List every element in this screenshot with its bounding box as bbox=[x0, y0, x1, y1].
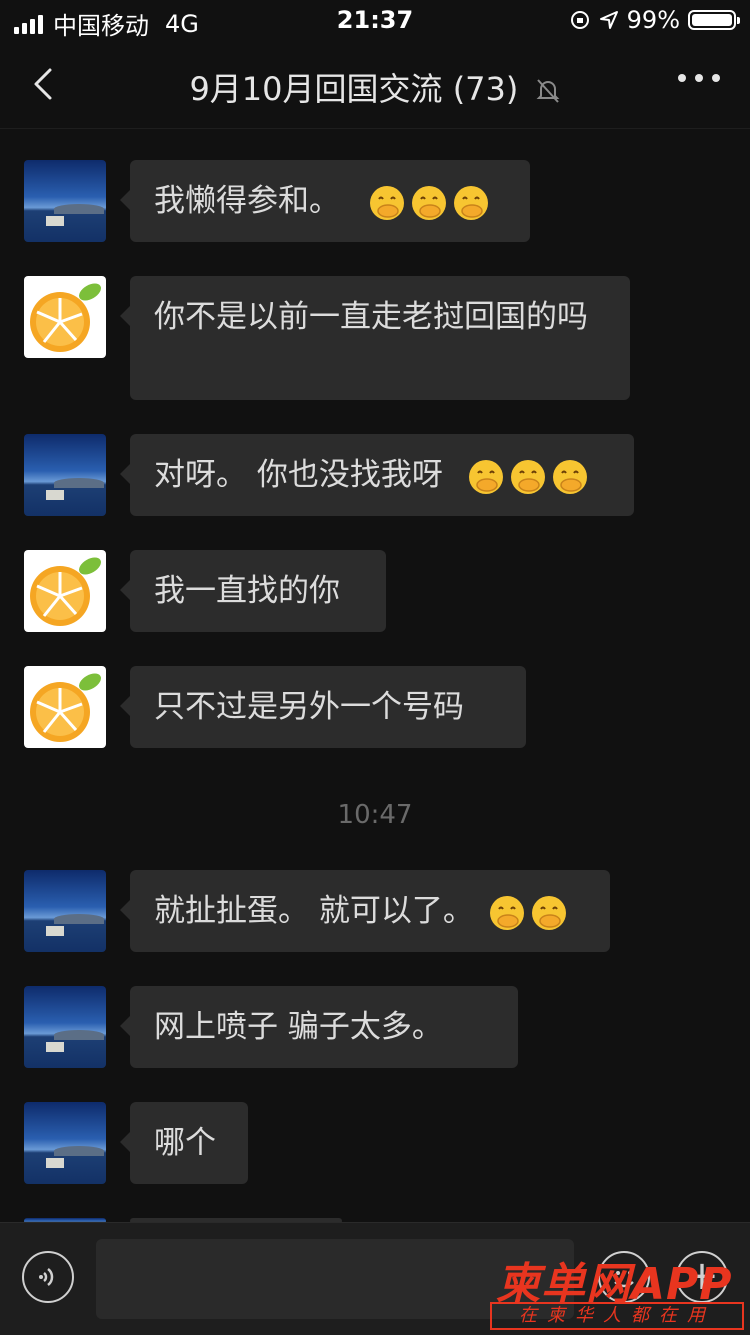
orange-avatar-icon bbox=[30, 673, 101, 742]
avatar[interactable] bbox=[24, 870, 106, 952]
orange-avatar-icon bbox=[30, 283, 101, 352]
message-text: 哪个 bbox=[154, 1125, 216, 1161]
orientation-lock-icon bbox=[570, 11, 589, 29]
location-icon bbox=[599, 11, 618, 29]
message-bubble[interactable]: 你不是以前一直走老挝回国的吗 bbox=[120, 276, 630, 400]
avatar[interactable] bbox=[24, 434, 106, 516]
avatar[interactable] bbox=[24, 986, 106, 1068]
avatar[interactable] bbox=[24, 666, 106, 748]
message-text: 网上喷子 骗子太多。 bbox=[154, 1009, 443, 1045]
watermark: 柬单网APP 在柬华人都在用 bbox=[490, 1248, 746, 1332]
emoji-group bbox=[484, 893, 568, 930]
avatar[interactable] bbox=[24, 160, 106, 242]
emoji-group bbox=[463, 457, 589, 494]
more-dots-icon[interactable] bbox=[678, 74, 720, 82]
message-text: 我懒得参和。 bbox=[154, 183, 340, 219]
hand-over-mouth-emoji bbox=[531, 895, 566, 930]
hand-over-mouth-emoji bbox=[489, 895, 524, 930]
chat-title: 9月10月回国交流 (73) bbox=[189, 70, 519, 108]
message-text: 就扯扯蛋。 就可以了。 bbox=[154, 893, 474, 929]
hand-over-mouth-emoji bbox=[411, 185, 446, 220]
message-text: 我一直找的你 bbox=[154, 573, 340, 609]
hand-over-mouth-emoji bbox=[453, 185, 488, 220]
bell-muted-icon bbox=[536, 79, 559, 103]
watermark-tagline: 在柬华人都在用 bbox=[490, 1302, 744, 1330]
message-bubble[interactable]: 就扯扯蛋。 就可以了。 bbox=[120, 870, 610, 952]
avatar[interactable] bbox=[24, 1102, 106, 1184]
message-text: 你不是以前一直走老挝回国的吗 bbox=[154, 299, 588, 335]
hand-over-mouth-emoji bbox=[369, 185, 404, 220]
battery-icon bbox=[688, 10, 740, 30]
orange-avatar-icon bbox=[30, 557, 101, 626]
status-bar: 中国移动 4G 21:37 99% bbox=[0, 0, 750, 40]
message-text: 对呀。 你也没找我呀 bbox=[154, 457, 443, 493]
message-bubble[interactable]: 我懒得参和。 bbox=[120, 160, 530, 242]
message-bubble[interactable]: 我一直找的你 bbox=[120, 550, 386, 632]
message-text: 只不过是另外一个号码 bbox=[154, 689, 464, 725]
battery-percent: 99% bbox=[626, 6, 680, 34]
hand-over-mouth-emoji bbox=[510, 459, 545, 494]
hand-over-mouth-emoji bbox=[552, 459, 587, 494]
message-bubble[interactable]: 哪个 bbox=[120, 1102, 248, 1184]
emoji-group bbox=[364, 183, 490, 220]
avatar[interactable] bbox=[24, 276, 106, 358]
time-divider: 10:47 bbox=[337, 800, 413, 830]
avatar[interactable] bbox=[24, 550, 106, 632]
message-bubble[interactable]: 对呀。 你也没找我呀 bbox=[120, 434, 634, 516]
message-bubble[interactable]: 只不过是另外一个号码 bbox=[120, 666, 526, 748]
hand-over-mouth-emoji bbox=[468, 459, 503, 494]
message-bubble[interactable]: 网上喷子 骗子太多。 bbox=[120, 986, 518, 1068]
voice-icon[interactable] bbox=[22, 1251, 74, 1303]
chat-header: 9月10月回国交流 (73) bbox=[0, 40, 750, 129]
